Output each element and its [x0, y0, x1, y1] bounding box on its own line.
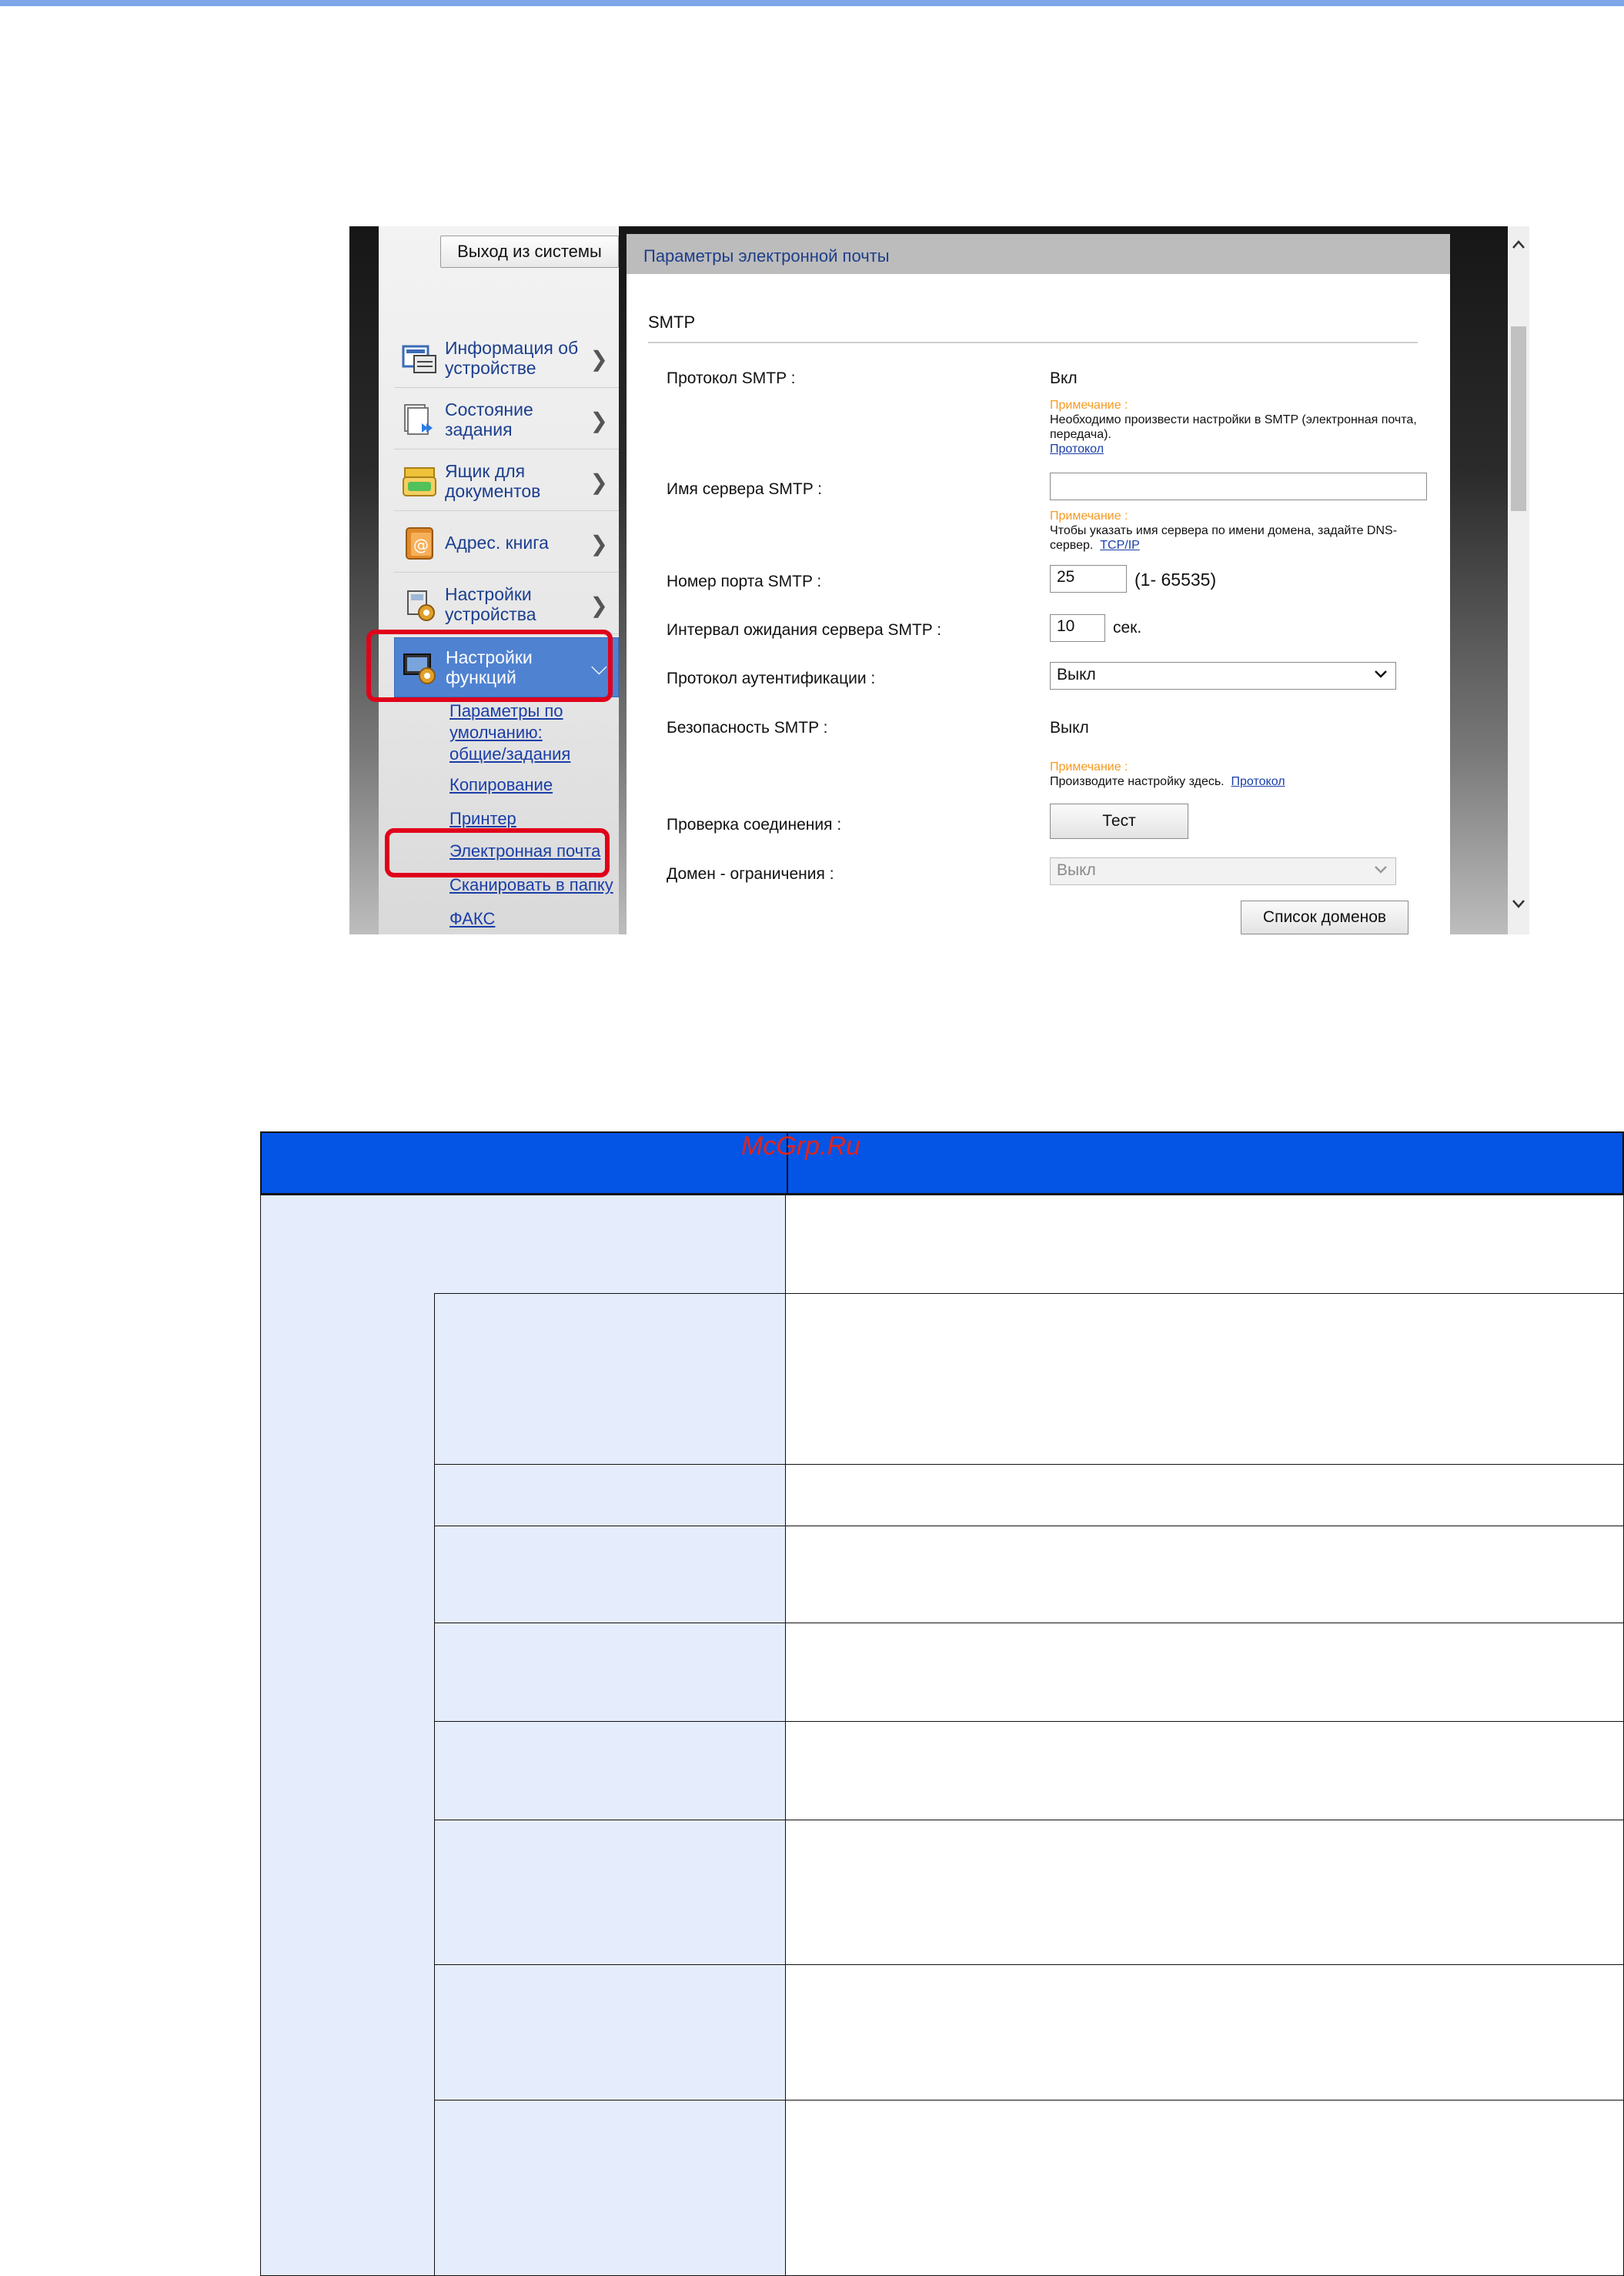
smtp-protocol-value: Вкл	[1050, 369, 1078, 387]
table-cell	[785, 1820, 1624, 1966]
address-book-icon: @	[400, 523, 439, 562]
scroll-up-icon[interactable]	[1511, 237, 1526, 252]
web-ui-screenshot: Выход из системы Информация об устройстве…	[349, 226, 1529, 934]
logout-button[interactable]: Выход из системы	[440, 236, 619, 268]
smtp-security-value: Выкл	[1050, 719, 1089, 737]
note-text: Чтобы указать имя сервера по имени домен…	[1050, 524, 1398, 552]
content-pane: Параметры электронной почты SMTP Протоко…	[627, 234, 1450, 934]
nav-item-label: Информация об устройстве	[445, 337, 579, 378]
table-cell	[785, 1964, 1624, 2101]
table-cell	[785, 1293, 1624, 1466]
nav-item-label: Состояние задания	[445, 399, 533, 439]
svg-text:@: @	[413, 536, 429, 554]
settings-table: McGrp.Ru	[260, 1131, 1624, 2276]
port-range: (1- 65535)	[1134, 570, 1217, 590]
port-label: Номер порта SMTP :	[667, 573, 822, 590]
domain-restriction-value: Выкл	[1057, 861, 1096, 879]
timeout-label: Интервал ожидания сервера SMTP :	[667, 621, 942, 639]
sub-link-defaults[interactable]: Параметры по умолчанию: общие/задания	[449, 700, 603, 765]
nav-item-label: Ящик для документов	[445, 460, 541, 501]
auth-protocol-select[interactable]: Выкл	[1050, 662, 1396, 690]
note-label: Примечание :	[1050, 510, 1128, 523]
chevron-right-icon: ❯	[590, 532, 608, 556]
smtp-protocol-label: Протокол SMTP :	[667, 369, 796, 387]
domain-restriction-label: Домен - ограничения :	[667, 865, 834, 883]
sub-link-fax[interactable]: ФАКС	[449, 908, 603, 930]
tcpip-link[interactable]: TCP/IP	[1100, 539, 1140, 552]
sub-link-printer[interactable]: Принтер	[449, 808, 603, 830]
chevron-right-icon: ❯	[590, 593, 608, 617]
content-header: Параметры электронной почты	[627, 234, 1450, 274]
table-row	[434, 1526, 787, 1624]
protocol-link[interactable]: Протокол	[1231, 775, 1285, 788]
chevron-right-icon: ❯	[590, 470, 608, 494]
auth-protocol-label: Протокол аутентификации :	[667, 670, 876, 687]
table-cell	[785, 1721, 1624, 1821]
domain-list-button[interactable]: Список доменов	[1241, 901, 1408, 934]
nav-item-document-box[interactable]: Ящик для документов ❯	[394, 451, 619, 511]
port-input[interactable]: 25	[1050, 565, 1127, 593]
sub-link-copy[interactable]: Копирование	[449, 774, 603, 796]
table-cell	[785, 1526, 1624, 1624]
note-text: Необходимо произвести настройки в SMTP (…	[1050, 413, 1417, 456]
document-box-icon	[400, 462, 439, 500]
note-text: Производите настройку здесь. Протокол	[1050, 775, 1285, 788]
highlight-function-settings	[366, 630, 613, 702]
table-cell	[785, 2100, 1624, 2276]
section-divider	[648, 342, 1418, 343]
table-row	[434, 1464, 787, 1527]
scrollbar[interactable]	[1508, 226, 1529, 934]
table-row	[434, 1820, 787, 1966]
highlight-email-link	[385, 828, 610, 877]
device-info-icon	[400, 339, 439, 377]
scroll-down-icon[interactable]	[1511, 896, 1526, 911]
device-settings-icon	[400, 585, 439, 623]
server-name-input[interactable]	[1050, 473, 1427, 500]
manual-page: Выход из системы Информация об устройстве…	[0, 0, 1624, 2276]
table-header	[260, 1131, 1624, 1196]
chevron-down-icon	[1375, 866, 1387, 874]
watermark: McGrp.Ru	[741, 1131, 860, 1161]
table-cell	[785, 1195, 1624, 1295]
job-status-icon	[400, 400, 439, 439]
nav-item-device-info[interactable]: Информация об устройстве ❯	[394, 328, 619, 388]
table-row	[434, 1964, 787, 2101]
chevron-right-icon: ❯	[590, 347, 608, 371]
page-top-rule	[0, 0, 1624, 6]
nav-item-address-book[interactable]: @ Адрес. книга ❯	[394, 513, 619, 573]
table-row	[434, 2100, 787, 2276]
timeout-unit: сек.	[1113, 619, 1142, 637]
auth-protocol-value: Выкл	[1057, 666, 1096, 683]
sub-link-scan-to-folder[interactable]: Сканировать в папку	[449, 874, 627, 896]
table-cell	[785, 1623, 1624, 1723]
chevron-down-icon	[1375, 670, 1387, 678]
protocol-link[interactable]: Протокол	[1050, 443, 1104, 456]
test-button[interactable]: Тест	[1050, 804, 1188, 839]
connection-test-label: Проверка соединения :	[667, 816, 842, 834]
server-name-label: Имя сервера SMTP :	[667, 480, 823, 498]
table-cell	[785, 1464, 1624, 1527]
section-title: SMTP	[648, 312, 696, 332]
table-row	[434, 1721, 787, 1821]
smtp-security-label: Безопасность SMTP :	[667, 719, 828, 737]
nav-item-device-settings[interactable]: Настройки устройства ❯	[394, 574, 619, 634]
nav-item-label: Адрес. книга	[445, 532, 549, 553]
scrollbar-thumb[interactable]	[1511, 326, 1526, 511]
table-row	[434, 1293, 787, 1466]
table-row	[434, 1623, 787, 1723]
note-label: Примечание :	[1050, 399, 1128, 412]
domain-restriction-select[interactable]: Выкл	[1050, 857, 1396, 885]
chevron-right-icon: ❯	[590, 409, 608, 433]
note-label: Примечание :	[1050, 760, 1128, 774]
nav-item-job-status[interactable]: Состояние задания ❯	[394, 389, 619, 450]
nav-item-label: Настройки устройства	[445, 583, 536, 624]
timeout-input[interactable]: 10	[1050, 614, 1105, 642]
